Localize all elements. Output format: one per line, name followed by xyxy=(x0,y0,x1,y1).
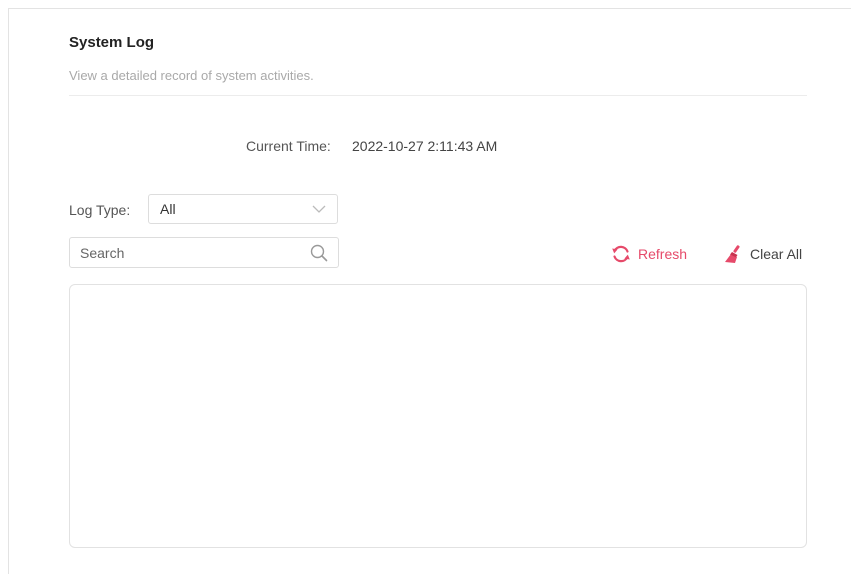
broom-icon xyxy=(725,245,740,263)
current-time-label: Current Time: xyxy=(246,138,331,154)
refresh-icon xyxy=(612,245,630,263)
page-subtitle: View a detailed record of system activit… xyxy=(69,68,314,83)
chevron-down-icon xyxy=(312,205,326,213)
log-type-select[interactable]: All xyxy=(148,194,338,224)
search-input[interactable] xyxy=(70,238,310,267)
clear-all-button[interactable]: Clear All xyxy=(722,243,802,265)
header-divider xyxy=(69,95,807,96)
search-icon[interactable] xyxy=(310,244,328,262)
current-time-value: 2022-10-27 2:11:43 AM xyxy=(352,138,498,154)
log-list[interactable] xyxy=(69,284,807,548)
refresh-button[interactable]: Refresh xyxy=(610,243,687,265)
refresh-label: Refresh xyxy=(638,246,688,262)
search-box xyxy=(69,237,339,268)
clear-all-label: Clear All xyxy=(750,246,803,262)
page-title: System Log xyxy=(69,34,155,51)
log-type-label: Log Type: xyxy=(69,202,131,218)
log-type-selected-value: All xyxy=(160,201,176,217)
